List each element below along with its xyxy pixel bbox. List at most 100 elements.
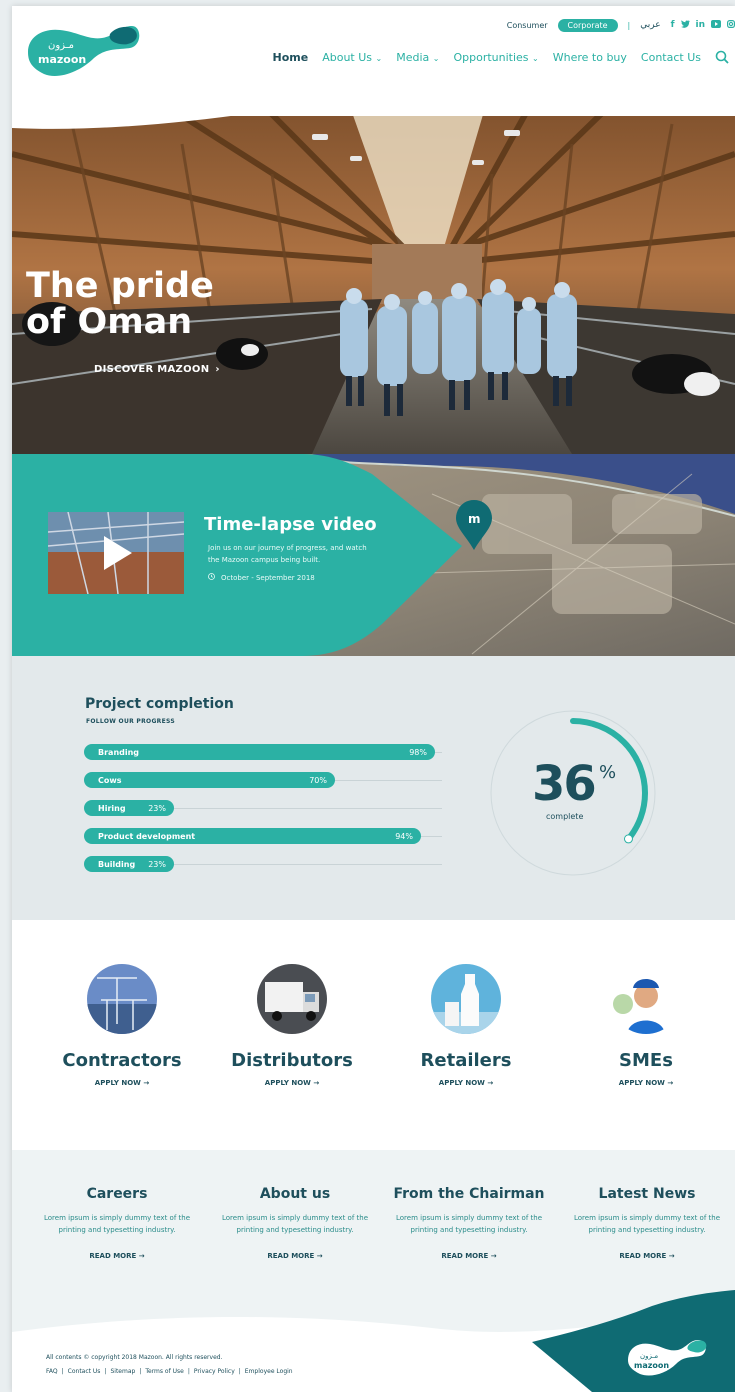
social-links: f in (671, 19, 735, 31)
footer-divider: | (104, 1368, 107, 1375)
nav-where-to-buy[interactable]: Where to buy (553, 51, 627, 64)
chairman-text: Lorem ipsum is simply dummy text of the … (395, 1214, 543, 1234)
clock-icon (208, 573, 215, 582)
nav-opportunities-label: Opportunities (453, 50, 529, 64)
distributors-title: Distributors (231, 1050, 353, 1071)
footer-divider: | (238, 1368, 241, 1375)
footer-divider: | (61, 1368, 64, 1375)
site-header: مـزون mazoon Consumer Corporate | عربي f… (12, 6, 735, 116)
smes-card: SMEs APPLY NOW → (566, 964, 726, 1087)
about-us-read-more-link[interactable]: READ MORE → (210, 1252, 380, 1260)
instagram-icon[interactable] (727, 19, 735, 31)
video-title[interactable]: Time-lapse video (204, 514, 377, 535)
facebook-icon[interactable]: f (671, 20, 675, 31)
progress-bar-row: Hiring 23% (84, 800, 442, 816)
smes-image (611, 964, 681, 1034)
footer-link-faq[interactable]: FAQ (46, 1368, 58, 1375)
progress-bar-value: 23% (148, 803, 166, 813)
linkedin-icon[interactable]: in (696, 20, 706, 31)
about-us-column: About us Lorem ipsum is simply dummy tex… (210, 1186, 380, 1260)
nav-opportunities[interactable]: Opportunities ⌄ (453, 51, 538, 64)
progress-bar-label: Product development (98, 831, 196, 841)
latest-news-title: Latest News (598, 1186, 696, 1202)
chairman-title: From the Chairman (393, 1186, 545, 1202)
hero-banner: The pride of Oman DISCOVER MAZOON › (12, 84, 735, 454)
progress-bar-fill: Hiring 23% (84, 800, 174, 816)
map-marker-label: m (468, 512, 481, 526)
hero-title-line-1: The pride (26, 266, 214, 306)
mazoon-logo[interactable]: مـزون mazoon (24, 18, 142, 82)
logo-arabic: مـزون (48, 40, 74, 51)
language-arabic-link[interactable]: عربي (640, 20, 660, 30)
contractors-title: Contractors (62, 1050, 182, 1071)
contractors-image (87, 964, 157, 1034)
contractors-card: Contractors APPLY NOW → (42, 964, 202, 1087)
footer-logo-arabic: مـزون (640, 1352, 658, 1360)
footer-logo-text: mazoon (634, 1361, 669, 1370)
video-date: October - September 2018 (208, 573, 315, 582)
nav-about-us-label: About Us (322, 50, 373, 64)
retailers-image (431, 964, 501, 1034)
careers-title: Careers (86, 1186, 148, 1202)
overall-progress-label: complete (546, 812, 584, 821)
footer-link-terms[interactable]: Terms of Use (145, 1368, 183, 1375)
corporate-button[interactable]: Corporate (557, 18, 618, 32)
youtube-icon[interactable] (711, 19, 721, 31)
progress-title: Project completion (85, 696, 234, 712)
retailers-card: Retailers APPLY NOW → (386, 964, 546, 1087)
consumer-link[interactable]: Consumer (507, 21, 548, 30)
careers-read-more-link[interactable]: READ MORE → (32, 1252, 202, 1260)
discover-mazoon-label: DISCOVER MAZOON (94, 364, 210, 375)
chevron-down-icon: ⌄ (532, 53, 539, 63)
search-icon[interactable] (715, 50, 729, 64)
careers-column: Careers Lorem ipsum is simply dummy text… (32, 1186, 202, 1260)
chevron-down-icon: ⌄ (432, 53, 440, 63)
overall-progress-unit: % (599, 762, 617, 783)
footer-link-contact-us[interactable]: Contact Us (68, 1368, 101, 1375)
chevron-right-icon: › (215, 364, 220, 375)
progress-bar-row: Cows 70% (84, 772, 442, 788)
twitter-icon[interactable] (680, 19, 690, 31)
chairman-read-more-link[interactable]: READ MORE → (384, 1252, 554, 1260)
footer-link-employee-login[interactable]: Employee Login (245, 1368, 293, 1375)
distributors-card: Distributors APPLY NOW → (212, 964, 372, 1087)
video-thumbnail[interactable] (48, 512, 184, 594)
latest-news-text: Lorem ipsum is simply dummy text of the … (573, 1214, 721, 1234)
main-nav: Home About Us ⌄ Media ⌄ Opportunities ⌄ … (273, 50, 729, 64)
progress-bar-row: Product development 94% (84, 828, 442, 844)
footer-link-privacy[interactable]: Privacy Policy (194, 1368, 235, 1375)
progress-bar-value: 23% (148, 859, 166, 869)
progress-subtitle: FOLLOW OUR PROGRESS (86, 718, 175, 725)
latest-news-read-more-link[interactable]: READ MORE → (562, 1252, 732, 1260)
smes-apply-link[interactable]: APPLY NOW → (566, 1079, 726, 1087)
footer-logo[interactable]: مـزون mazoon (622, 1336, 712, 1380)
nav-about-us[interactable]: About Us ⌄ (322, 51, 382, 64)
distributors-apply-link[interactable]: APPLY NOW → (212, 1079, 372, 1087)
smes-title: SMEs (619, 1050, 673, 1071)
nav-media[interactable]: Media ⌄ (396, 51, 439, 64)
nav-home[interactable]: Home (273, 51, 309, 64)
progress-bar-fill: Branding 98% (84, 744, 435, 760)
video-description: Join us on our journey of progress, and … (208, 544, 367, 564)
opportunities-section: Contractors APPLY NOW → Distributors APP… (12, 920, 735, 1150)
contractors-apply-link[interactable]: APPLY NOW → (42, 1079, 202, 1087)
progress-bar-label: Hiring (98, 803, 126, 813)
careers-text: Lorem ipsum is simply dummy text of the … (43, 1214, 191, 1234)
progress-bar-value: 98% (409, 747, 427, 757)
about-us-title: About us (259, 1186, 331, 1202)
retailers-title: Retailers (420, 1050, 512, 1071)
progress-bar-row: Building 23% (84, 856, 442, 872)
progress-bar-value: 94% (395, 831, 413, 841)
progress-bar-value: 70% (309, 775, 327, 785)
discover-mazoon-link[interactable]: DISCOVER MAZOON › (94, 364, 220, 375)
footer-links: FAQ | Contact Us | Sitemap | Terms of Use | … (46, 1368, 293, 1375)
topbar-separator: | (627, 20, 631, 30)
progress-bar-label: Branding (98, 747, 140, 757)
footer-link-sitemap[interactable]: Sitemap (110, 1368, 135, 1375)
nav-media-label: Media (396, 50, 430, 64)
nav-contact-us[interactable]: Contact Us (641, 51, 701, 64)
video-date-text: October - September 2018 (221, 573, 315, 582)
hero-title: The pride of Oman (26, 268, 214, 340)
retailers-apply-link[interactable]: APPLY NOW → (386, 1079, 546, 1087)
project-completion-section: Project completion FOLLOW OUR PROGRESS B… (12, 656, 735, 920)
